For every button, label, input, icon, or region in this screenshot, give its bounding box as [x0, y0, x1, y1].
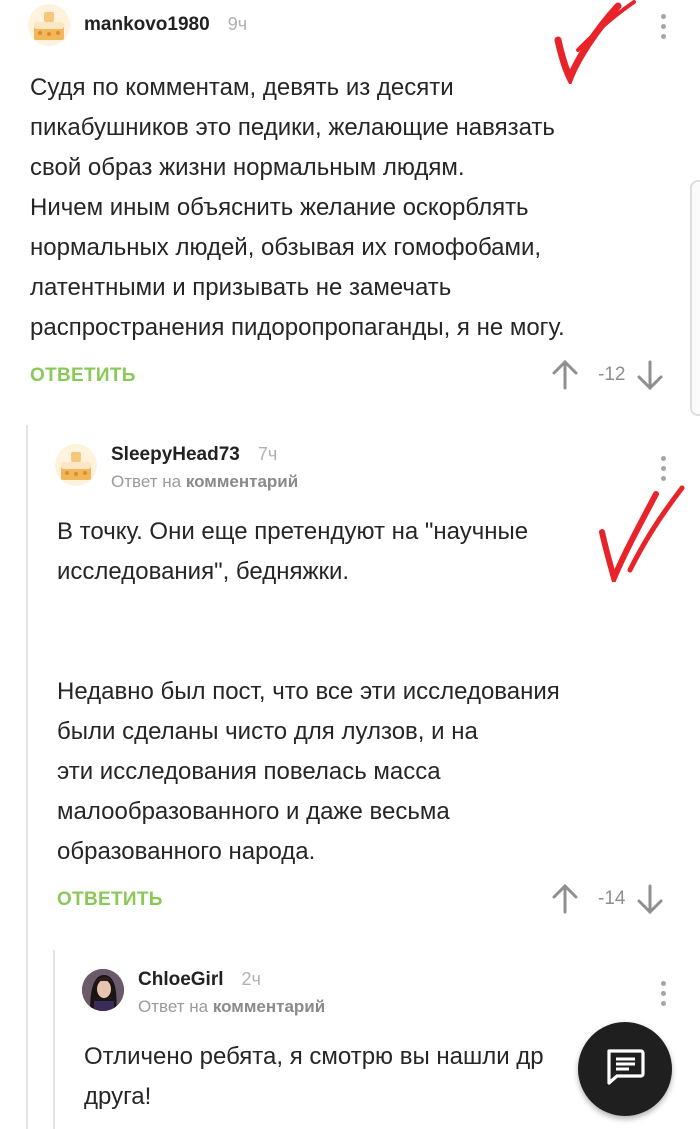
- write-comment-button[interactable]: [578, 1022, 672, 1116]
- comment-time: 2ч: [241, 969, 261, 989]
- reply-target-link[interactable]: комментарий: [213, 997, 325, 1016]
- comment-3: ChloeGirl 2ч Ответ на комментарий Отличе…: [0, 0, 700, 1129]
- reply-prefix: Ответ на: [138, 997, 209, 1016]
- reply-to-line: Ответ на комментарий: [138, 997, 325, 1017]
- girl-avatar-icon[interactable]: [82, 969, 124, 1011]
- more-options-icon[interactable]: [661, 981, 667, 1011]
- author-name[interactable]: ChloeGirl: [138, 969, 224, 991]
- comment-3-header: ChloeGirl 2ч Ответ на комментарий: [82, 969, 325, 1017]
- message-icon: [605, 1048, 645, 1091]
